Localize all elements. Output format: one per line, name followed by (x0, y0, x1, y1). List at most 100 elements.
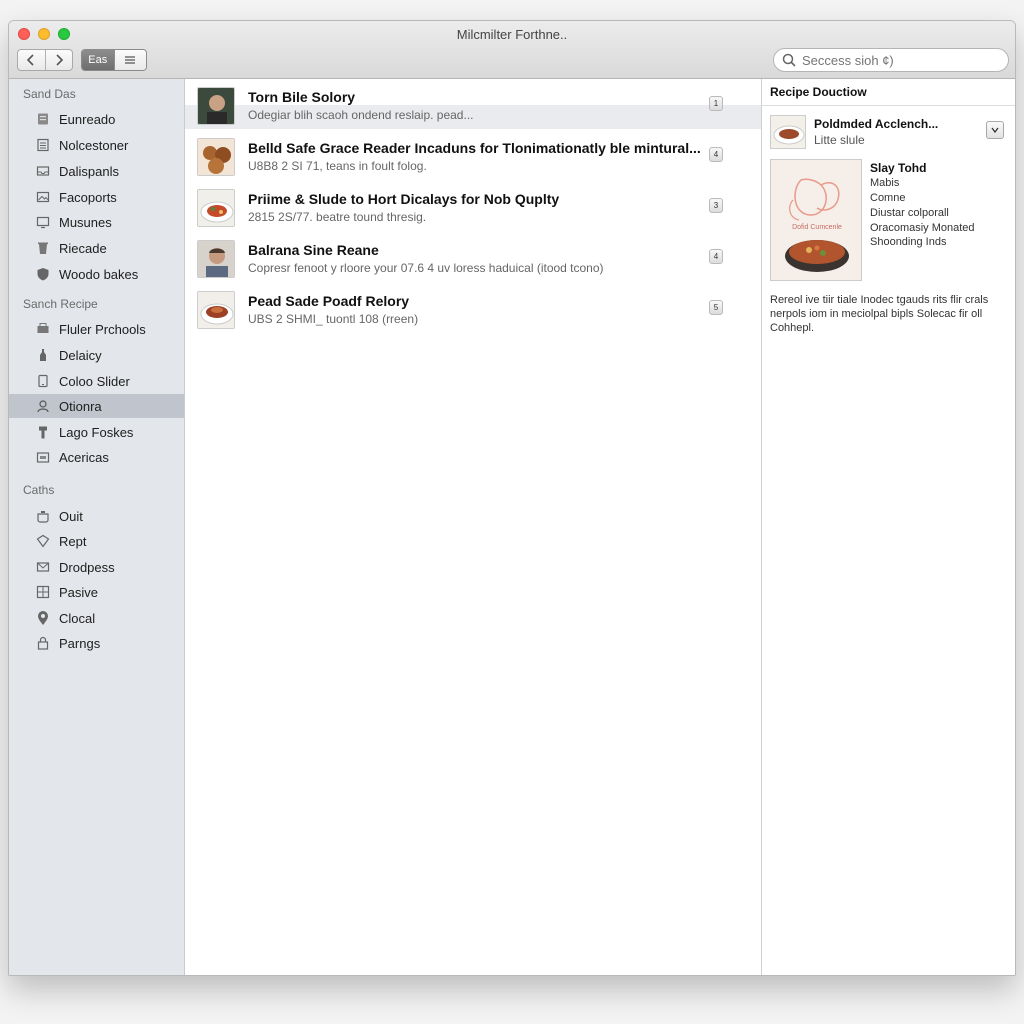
app-window: Milcmilter Forthne.. Eas Sand Das Eunrea… (8, 20, 1016, 976)
sidebar-item-musunes[interactable]: Musunes (9, 210, 184, 234)
list-item[interactable]: Torn Bile Solory Odegiar blih scaoh onde… (185, 79, 761, 130)
recipe-title: Balrana Sine Reane (248, 242, 379, 258)
cover-label: Dofid Cumcenle (792, 224, 842, 231)
sidebar-item-label: Dalispanls (59, 163, 119, 179)
sidebar-item-drodpess[interactable]: Drodpess (9, 555, 184, 579)
recipe-thumbnail (197, 138, 235, 176)
sidebar-item-label: Delaicy (59, 347, 102, 363)
sidebar-item-label: Fluler Prchools (59, 321, 146, 337)
titlebar: Milcmilter Forthne.. Eas (9, 21, 1015, 79)
detail-dropdown-button[interactable] (986, 121, 1004, 139)
book-icon (35, 111, 51, 127)
sidebar-item-pasive[interactable]: Pasive (9, 580, 184, 604)
bottle-icon (35, 347, 51, 363)
list-item[interactable]: Pead Sade Poadf Relory UBS 2 SHMI_ tuont… (185, 283, 761, 334)
sidebar-header: Sanch Recipe (23, 297, 98, 311)
sidebar-item-riecade[interactable]: Riecade (9, 236, 184, 260)
sidebar-item-label: Acericas (59, 449, 109, 465)
recipe-title: Priime & Slude to Hort Dicalays for Nob … (248, 191, 560, 207)
search-icon (782, 53, 796, 67)
recipe-thumbnail (197, 240, 235, 278)
chevron-left-icon (27, 54, 34, 66)
sidebar-item-label: Clocal (59, 610, 96, 626)
sidebar-item-label: Otionra (59, 398, 102, 414)
detail-item-subtitle: Litte slule (814, 133, 865, 147)
sidebar-header: Sand Das (23, 87, 76, 101)
detail-item-thumbnail (770, 115, 806, 149)
sidebar-header: Caths (23, 483, 55, 497)
recipe-subtitle: U8B8 2 SI 71, teans in foult folog. (248, 159, 427, 173)
recipe-description: Rereol ive tiir tiale Inodec tgauds rits… (770, 294, 989, 334)
document-icon (35, 137, 51, 153)
recipe-meta-line: Mabis (870, 177, 900, 189)
recipe-subtitle: 2815 2S/77. beatre tound thresig. (248, 210, 427, 224)
sidebar-item-label: Parngs (59, 635, 101, 651)
sidebar-item-rept[interactable]: Rept (9, 529, 184, 553)
sidebar-item-label: Rept (59, 533, 87, 549)
sidebar-item-lago-foskes[interactable]: Lago Foskes (9, 420, 184, 444)
recipe-meta-line: Shoonding Inds (870, 236, 947, 248)
list-item[interactable]: Priime & Slude to Hort Dicalays for Nob … (185, 181, 761, 232)
sidebar: Sand Das Eunreado Nolcestoner Dalispanls… (9, 79, 185, 975)
detail-heading: Recipe Douctiow (770, 85, 867, 99)
sidebar-item-ouit[interactable]: Ouit (9, 504, 184, 528)
sidebar-item-parngs[interactable]: Parngs (9, 631, 184, 655)
search-field[interactable] (773, 48, 1009, 72)
sidebar-item-label: Facoports (59, 189, 117, 205)
sidebar-item-otionra[interactable]: Otionra (9, 394, 184, 418)
sidebar-item-label: Pasive (59, 584, 99, 600)
sidebar-item-label: Riecade (59, 240, 107, 256)
list-icon (125, 56, 136, 64)
view-cover-button[interactable]: Eas (82, 50, 114, 70)
sidebar-item-dalispanls[interactable]: Dalispanls (9, 159, 184, 183)
tag-icon (35, 533, 51, 549)
count-badge: 4 (709, 147, 723, 162)
sidebar-item-fluler-prchools[interactable]: Fluler Prchools (9, 317, 184, 341)
recipe-title: Belld Safe Grace Reader Incaduns for Tlo… (248, 140, 701, 156)
sidebar-item-label: Woodo bakes (59, 266, 139, 282)
sidebar-item-label: Musunes (59, 214, 112, 230)
recipe-cover-image: Dofid Cumcenle (770, 159, 862, 281)
recipe-subtitle: UBS 2 SHMI_ tuontl 108 (rreen) (248, 312, 419, 326)
phone-icon (35, 373, 51, 389)
sidebar-item-label: Eunreado (59, 111, 116, 127)
sidebar-item-label: Coloo Slider (59, 373, 130, 389)
list-item[interactable]: Balrana Sine Reane Copresr fenoot y rloo… (185, 232, 761, 283)
chevron-down-icon (991, 127, 999, 133)
recipe-title: Torn Bile Solory (248, 89, 356, 105)
sidebar-item-facoports[interactable]: Facoports (9, 185, 184, 209)
forward-button[interactable] (44, 50, 73, 70)
recipe-list: Torn Bile Solory Odegiar blih scaoh onde… (185, 79, 761, 975)
image-icon (35, 189, 51, 205)
tray-icon (35, 163, 51, 179)
sidebar-item-clocal[interactable]: Clocal (9, 606, 184, 630)
recipe-subtitle: Odegiar blih scaoh ondend reslaip. pead.… (248, 108, 474, 122)
search-input[interactable] (802, 52, 982, 68)
list-item[interactable]: Belld Safe Grace Reader Incaduns for Tlo… (185, 130, 761, 181)
back-button[interactable] (18, 50, 45, 70)
sidebar-item-delaicy[interactable]: Delaicy (9, 343, 184, 367)
view-list-button[interactable] (113, 50, 146, 70)
sidebar-item-woodo-bakes[interactable]: Woodo bakes (9, 262, 184, 286)
count-badge: 1 (709, 96, 723, 111)
detail-item-title: Poldmded Acclench... (814, 117, 939, 131)
sidebar-item-coloo-slider[interactable]: Coloo Slider (9, 369, 184, 393)
nav-button-group (17, 49, 73, 71)
window-title: Milcmilter Forthne.. (456, 27, 568, 42)
recipe-thumbnail (197, 189, 235, 227)
view-toggle: Eas (81, 49, 147, 71)
sidebar-item-nolcestoner[interactable]: Nolcestoner (9, 133, 184, 157)
recipe-thumbnail (197, 87, 235, 125)
recipe-author: Slay Tohd (870, 161, 927, 175)
count-badge: 5 (709, 300, 723, 315)
printer-icon (35, 321, 51, 337)
count-badge: 4 (709, 249, 723, 264)
sidebar-item-eunreado[interactable]: Eunreado (9, 107, 184, 131)
shield-icon (35, 266, 51, 282)
sidebar-item-acericas[interactable]: Acericas (9, 445, 184, 469)
pot-icon (35, 508, 51, 524)
recipe-meta-line: Comne (870, 192, 906, 204)
divider (762, 105, 1015, 106)
monitor-icon (35, 214, 51, 230)
sidebar-item-label: Ouit (59, 508, 83, 524)
